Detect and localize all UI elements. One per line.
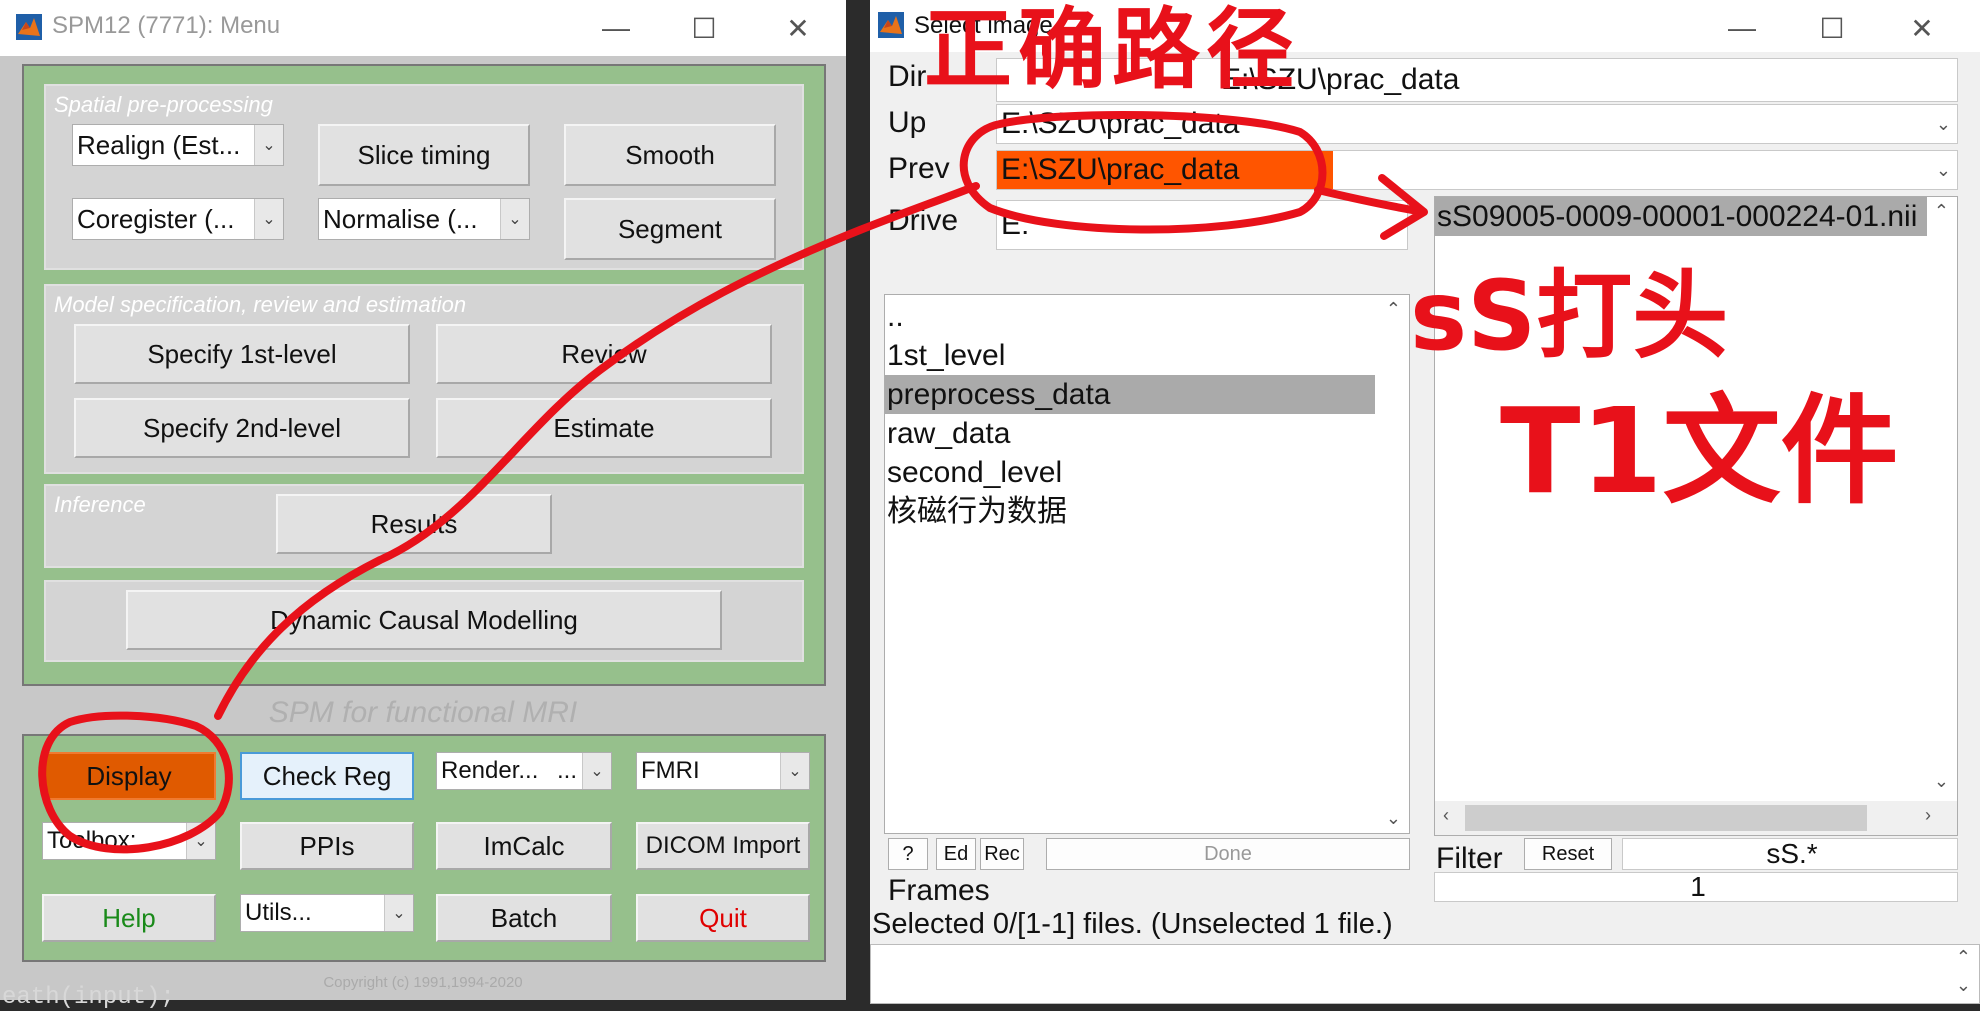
connector-curve-annotation [214,182,980,720]
prev-circle-annotation [959,110,1327,234]
display-circle-annotation [38,711,233,854]
t1-file-annotation: T1文件 [1500,382,1899,520]
ss-prefix-annotation: sS打头 [1410,260,1729,372]
arrow-annotation [1314,174,1428,240]
correct-path-annotation: 正确路径 [924,0,1301,101]
